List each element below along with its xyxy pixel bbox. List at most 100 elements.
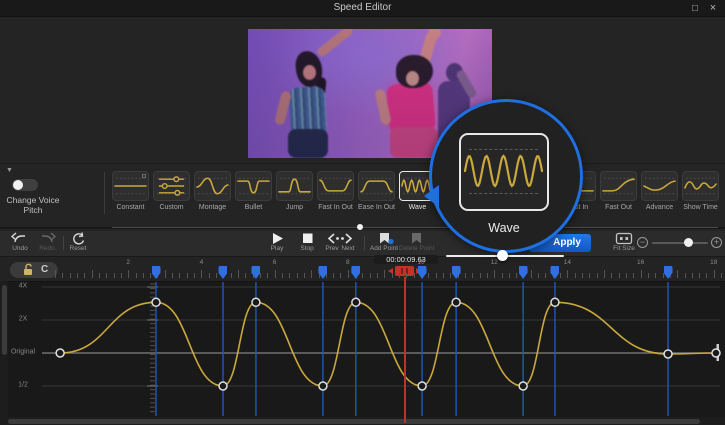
ruler-tick <box>487 273 488 278</box>
toggle-knob <box>13 180 23 190</box>
ruler-tick <box>392 273 393 278</box>
ruler-tick <box>99 273 100 278</box>
preset-jump[interactable]: Jump <box>276 171 313 211</box>
ruler-second-label: 6 <box>273 259 277 266</box>
preset-label: Advance <box>641 204 678 211</box>
keyframe-marker-pin[interactable] <box>418 266 427 279</box>
ruler-tick <box>136 273 137 278</box>
ruler-tick <box>370 273 371 278</box>
zoom-slider-handle[interactable] <box>684 238 693 247</box>
curve-control-point[interactable] <box>319 382 327 390</box>
preset-separator <box>104 172 105 214</box>
curve-control-point[interactable] <box>519 382 527 390</box>
ruler-tick <box>494 270 495 278</box>
ruler-tick <box>582 273 583 278</box>
ruler-tick <box>362 273 363 278</box>
ruler-tick <box>619 273 620 278</box>
preset-scroll-track[interactable] <box>112 227 718 228</box>
curve-control-point[interactable] <box>352 298 360 306</box>
maximize-button[interactable]: □ <box>687 1 703 16</box>
keyframe-marker-pin[interactable] <box>351 266 360 279</box>
preset-constant[interactable]: Constant <box>112 171 149 211</box>
close-button[interactable]: × <box>705 1 721 16</box>
title-bar: Speed Editor □ × <box>0 0 725 17</box>
fit-size-icon <box>607 232 641 245</box>
window-title: Speed Editor <box>0 2 725 13</box>
next-button[interactable]: Next <box>331 232 365 252</box>
time-ruler[interactable]: C 00:00:09.63 24681012141618 <box>0 258 725 281</box>
curve-control-point[interactable] <box>712 349 720 357</box>
preset-fast-in-out[interactable]: Fast In Out <box>317 171 354 211</box>
speed-curve-path <box>60 302 716 386</box>
ruler-tick <box>70 273 71 278</box>
ruler-tick <box>531 270 532 278</box>
curve-control-point[interactable] <box>452 298 460 306</box>
zoom-in-icon[interactable]: + <box>711 237 722 248</box>
play-button[interactable]: Play <box>260 232 294 252</box>
ruler-second-label: 2 <box>126 259 130 266</box>
add-point-button[interactable]: Add Point <box>367 232 401 252</box>
preset-thumbnail-montage <box>194 171 231 201</box>
redo-button[interactable]: Redo <box>30 232 64 252</box>
preset-show-time[interactable]: Show Time <box>682 171 719 211</box>
preset-thumbnail-constant <box>112 171 149 201</box>
ruler-tick <box>106 273 107 278</box>
keyframe-marker-pin[interactable] <box>452 266 461 279</box>
vertical-scrollbar-thumb[interactable] <box>2 285 7 355</box>
ruler-tick <box>55 270 56 278</box>
keyframe-marker-pin[interactable] <box>152 266 161 279</box>
ruler-tick <box>282 273 283 278</box>
rotate-icon[interactable]: C <box>41 264 48 275</box>
curve-control-point[interactable] <box>56 349 64 357</box>
preset-bullet[interactable]: Bullet <box>235 171 272 211</box>
curve-control-point[interactable] <box>152 298 160 306</box>
curve-control-point[interactable] <box>219 382 227 390</box>
horizontal-scrollbar-thumb[interactable] <box>8 419 700 424</box>
vertical-scrollbar[interactable] <box>0 281 8 417</box>
ruler-tick <box>289 273 290 278</box>
timestamp: 00:00:09.63 <box>374 255 438 264</box>
preset-thumbnail-bullet <box>235 171 272 201</box>
collapse-arrow-icon[interactable]: ▼ <box>6 167 13 174</box>
voice-pitch-toggle[interactable] <box>12 179 38 191</box>
ruler-tick <box>436 273 437 278</box>
constant-speed-badge-icon <box>142 174 146 178</box>
preset-custom[interactable]: Custom <box>153 171 190 211</box>
preset-fast-out[interactable]: Fast Out <box>600 171 637 211</box>
preset-thumbnail-advance <box>641 171 678 201</box>
zoom-out-icon[interactable]: − <box>637 237 648 248</box>
delete-point-button[interactable]: Delete Point <box>399 232 433 252</box>
playhead-handle[interactable] <box>395 266 414 276</box>
preset-thumbnail-show-time <box>682 171 719 201</box>
preset-ease-in-out[interactable]: Ease In Out <box>358 171 395 211</box>
curve-control-point[interactable] <box>418 382 426 390</box>
reset-button[interactable]: Reset <box>61 232 95 252</box>
curve-control-point[interactable] <box>664 350 672 358</box>
playhead-line[interactable] <box>404 277 406 423</box>
preset-thumbnail-fast-out <box>600 171 637 201</box>
preset-label: Jump <box>276 204 313 211</box>
curve-control-point[interactable] <box>551 298 559 306</box>
keyframe-marker-pin[interactable] <box>218 266 227 279</box>
ruler-tick <box>304 273 305 278</box>
ruler-second-label: 8 <box>346 259 350 266</box>
zoom-slider-track[interactable] <box>652 242 708 244</box>
horizontal-scrollbar[interactable] <box>0 417 725 425</box>
preset-montage[interactable]: Montage <box>194 171 231 211</box>
ruler-tick <box>677 270 678 278</box>
ruler-tick <box>502 273 503 278</box>
y-axis-label-Original: Original <box>8 349 38 356</box>
preset-label: Montage <box>194 204 231 211</box>
ruler-tick <box>340 273 341 278</box>
keyframe-marker-pin[interactable] <box>519 266 528 279</box>
speed-curve-graph[interactable] <box>0 281 725 417</box>
preset-advance[interactable]: Advance <box>641 171 678 211</box>
curve-control-point[interactable] <box>252 298 260 306</box>
magnified-wave-thumbnail <box>459 133 549 211</box>
fit-size-button[interactable]: Fit Size <box>607 232 641 252</box>
preset-label: Show Time <box>682 204 719 211</box>
keyframe-marker-pin[interactable] <box>664 266 673 279</box>
preset-scroll-handle[interactable] <box>357 224 363 230</box>
ruler-tick <box>721 273 722 278</box>
ruler-second-label: 10 <box>417 259 424 266</box>
